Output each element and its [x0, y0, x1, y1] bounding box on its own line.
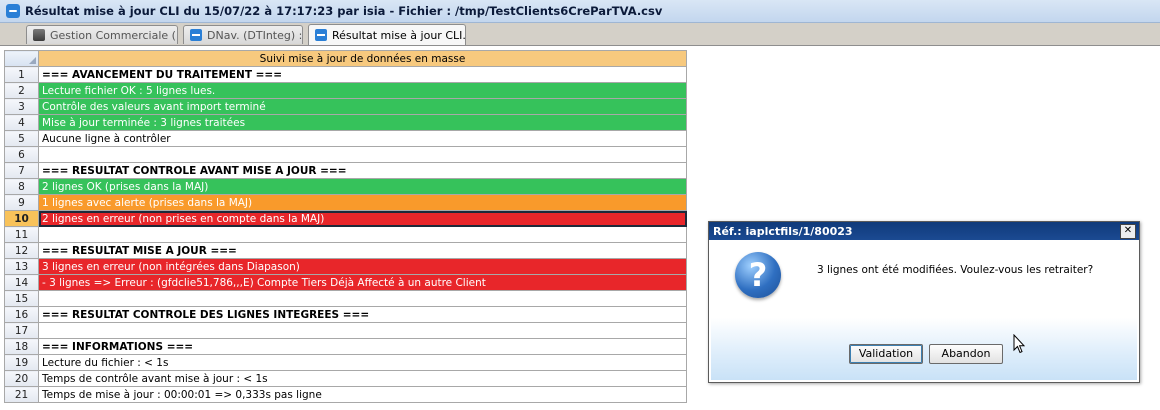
- window-titlebar: Résultat mise à jour CLI du 15/07/22 à 1…: [0, 0, 1160, 23]
- validation-button[interactable]: Validation: [849, 344, 923, 364]
- app-icon: [6, 4, 20, 18]
- select-all-corner[interactable]: [4, 50, 39, 67]
- row-number[interactable]: 10: [4, 210, 39, 227]
- mouse-cursor-icon: [1013, 334, 1025, 354]
- grid-cell[interactable]: [38, 290, 687, 307]
- row-number[interactable]: 13: [4, 258, 39, 275]
- table-row[interactable]: 12 === RESULTAT MISE A JOUR ===: [4, 242, 687, 259]
- row-number[interactable]: 2: [4, 82, 39, 99]
- question-icon: ?: [735, 252, 781, 298]
- row-number[interactable]: 6: [4, 146, 39, 163]
- row-number[interactable]: 18: [4, 338, 39, 355]
- table-row[interactable]: 17: [4, 322, 687, 339]
- tab-label: Résultat mise à jour CLI...: [332, 28, 466, 42]
- app-icon: [190, 29, 202, 41]
- table-row[interactable]: 18 === INFORMATIONS ===: [4, 338, 687, 355]
- grid-cell[interactable]: 2 lignes OK (prises dans la MAJ): [38, 178, 687, 195]
- table-row[interactable]: 7 === RESULTAT CONTROLE AVANT MISE A JOUR…: [4, 162, 687, 179]
- table-row[interactable]: 6: [4, 146, 687, 163]
- window-title: Résultat mise à jour CLI du 15/07/22 à 1…: [25, 4, 663, 18]
- building-icon: [33, 29, 45, 41]
- table-row[interactable]: 20 Temps de contrôle avant mise à jour : …: [4, 370, 687, 387]
- table-row[interactable]: 91 lignes avec alerte (prises dans la MA…: [4, 194, 687, 211]
- grid-cell[interactable]: 1 lignes avec alerte (prises dans la MAJ…: [38, 194, 687, 211]
- table-row[interactable]: 11: [4, 226, 687, 243]
- row-number[interactable]: 19: [4, 354, 39, 371]
- row-number[interactable]: 17: [4, 322, 39, 339]
- grid-cell[interactable]: [38, 146, 687, 163]
- row-number[interactable]: 20: [4, 370, 39, 387]
- tab-gestion-commerciale[interactable]: Gestion Commerciale (1...: [26, 25, 178, 44]
- grid-cell[interactable]: [38, 322, 687, 339]
- grid-cell[interactable]: [38, 226, 687, 243]
- table-row[interactable]: 3 Contrôle des valeurs avant import termi…: [4, 98, 687, 115]
- row-number[interactable]: 16: [4, 306, 39, 323]
- row-number[interactable]: 15: [4, 290, 39, 307]
- table-row[interactable]: 14- 3 lignes => Erreur : (gfdclie51,786,…: [4, 274, 687, 291]
- grid-cell[interactable]: Temps de contrôle avant mise à jour : < …: [38, 370, 687, 387]
- table-row[interactable]: 4 Mise à jour terminée : 3 lignes traitée…: [4, 114, 687, 131]
- grid-cell[interactable]: Temps de mise à jour : 00:00:01 => 0,333…: [38, 386, 687, 403]
- confirmation-dialog: Réf.: iaplctfils/1/80023 ✕ ? 3 lignes on…: [708, 221, 1140, 383]
- dialog-body: ? 3 lignes ont été modifiées. Voulez-vou…: [711, 242, 1137, 380]
- close-icon[interactable]: ✕: [1120, 224, 1136, 239]
- row-number[interactable]: 3: [4, 98, 39, 115]
- row-number[interactable]: 9: [4, 194, 39, 211]
- table-row[interactable]: 1 === AVANCEMENT DU TRAITEMENT ===: [4, 66, 687, 83]
- grid-cell[interactable]: Lecture du fichier : < 1s: [38, 354, 687, 371]
- row-number[interactable]: 21: [4, 386, 39, 403]
- grid-cell[interactable]: === RESULTAT CONTROLE DES LIGNES INTEGRE…: [38, 306, 687, 323]
- grid-cell[interactable]: === AVANCEMENT DU TRAITEMENT ===: [38, 66, 687, 83]
- grid-cell[interactable]: Mise à jour terminée : 3 lignes traitées: [38, 114, 687, 131]
- table-row[interactable]: 82 lignes OK (prises dans la MAJ): [4, 178, 687, 195]
- table-row[interactable]: 21 Temps de mise à jour : 00:00:01 => 0,3…: [4, 386, 687, 403]
- table-row[interactable]: 10 2 lignes en erreur (non prises en comp…: [4, 210, 687, 227]
- table-row[interactable]: 15: [4, 290, 687, 307]
- table-row[interactable]: 2 Lecture fichier OK : 5 lignes lues.: [4, 82, 687, 99]
- row-number[interactable]: 8: [4, 178, 39, 195]
- row-number[interactable]: 7: [4, 162, 39, 179]
- row-number[interactable]: 5: [4, 130, 39, 147]
- tab-bar: Gestion Commerciale (1... DNav. (DTInteg…: [0, 23, 1160, 46]
- row-number[interactable]: 11: [4, 226, 39, 243]
- table-row[interactable]: 19 Lecture du fichier : < 1s: [4, 354, 687, 371]
- row-number[interactable]: 12: [4, 242, 39, 259]
- dialog-title: Réf.: iaplctfils/1/80023: [709, 222, 1139, 240]
- abandon-button[interactable]: Abandon: [929, 344, 1003, 364]
- table-row[interactable]: 16 === RESULTAT CONTROLE DES LIGNES INTEG…: [4, 306, 687, 323]
- results-grid: Suivi mise à jour de données en masse 1 =…: [4, 50, 687, 403]
- column-header[interactable]: Suivi mise à jour de données en masse: [38, 50, 687, 67]
- tab-dnav[interactable]: DNav. (DTInteg) :: [183, 25, 303, 44]
- table-row[interactable]: 13 3 lignes en erreur (non intégrées dans…: [4, 258, 687, 275]
- row-number[interactable]: 14: [4, 274, 39, 291]
- grid-cell[interactable]: Contrôle des valeurs avant import termin…: [38, 98, 687, 115]
- grid-cell[interactable]: 3 lignes en erreur (non intégrées dans D…: [38, 258, 687, 275]
- grid-cell[interactable]: === RESULTAT CONTROLE AVANT MISE A JOUR …: [38, 162, 687, 179]
- grid-cell[interactable]: Aucune ligne à contrôler: [38, 130, 687, 147]
- tab-label: Gestion Commerciale (1...: [50, 28, 177, 42]
- grid-cell[interactable]: 2 lignes en erreur (non prises en compte…: [38, 210, 687, 227]
- grid-cell[interactable]: === INFORMATIONS ===: [38, 338, 687, 355]
- tab-resultat-mise-a-jour[interactable]: Résultat mise à jour CLI...: [308, 24, 466, 45]
- row-number[interactable]: 4: [4, 114, 39, 131]
- tab-label: DNav. (DTInteg) :: [207, 28, 303, 42]
- dialog-message: 3 lignes ont été modifiées. Voulez-vous …: [817, 264, 1094, 276]
- grid-cell[interactable]: === RESULTAT MISE A JOUR ===: [38, 242, 687, 259]
- app-icon: [315, 29, 327, 41]
- table-row[interactable]: 5 Aucune ligne à contrôler: [4, 130, 687, 147]
- row-number[interactable]: 1: [4, 66, 39, 83]
- grid-cell[interactable]: - 3 lignes => Erreur : (gfdclie51,786,,,…: [38, 274, 687, 291]
- grid-cell[interactable]: Lecture fichier OK : 5 lignes lues.: [38, 82, 687, 99]
